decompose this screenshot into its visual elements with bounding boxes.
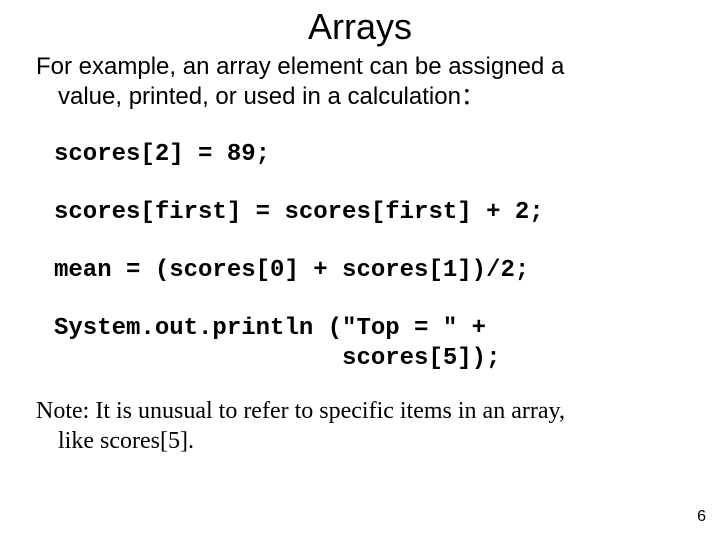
slide-title: Arrays (36, 6, 684, 48)
code-line-4: System.out.println ("Top = " + scores[5]… (54, 314, 684, 374)
slide: Arrays For example, an array element can… (0, 0, 720, 540)
code-line-2: scores[first] = scores[first] + 2; (54, 198, 684, 228)
note-line-2: like scores[5]. (36, 426, 684, 456)
code-line-1: scores[2] = 89; (54, 140, 684, 170)
intro-paragraph: For example, an array element can be ass… (36, 52, 684, 112)
intro-line-1: For example, an array element can be ass… (36, 53, 564, 80)
page-number: 6 (697, 508, 706, 526)
note-line-1: Note: It is unusual to refer to specific… (36, 398, 565, 424)
code-line-3: mean = (scores[0] + scores[1])/2; (54, 256, 684, 286)
intro-line-2: value, printed, or used in a calculation… (36, 82, 684, 112)
note-paragraph: Note: It is unusual to refer to specific… (36, 396, 684, 456)
